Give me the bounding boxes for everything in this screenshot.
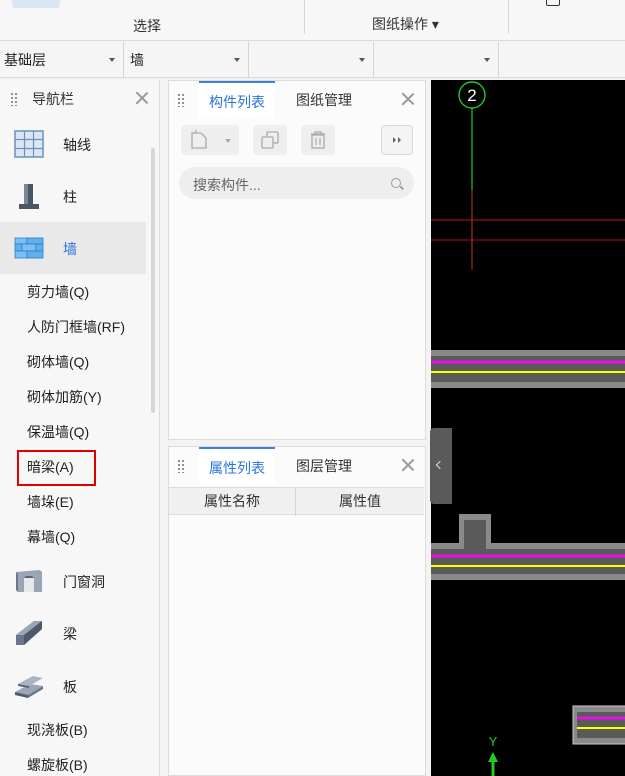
door-window-icon [16,570,42,592]
nav-item-spiral-slab[interactable]: 螺旋板(B) [27,755,88,775]
axis-label: 2 [467,86,476,105]
nav-item-civil-defense-door-wall[interactable]: 人防门框墙(RF) [27,317,125,337]
double-chevron-right-icon [393,137,401,143]
component-search[interactable]: 搜索构件... [179,167,414,199]
new-file-icon [191,130,231,149]
new-component-button[interactable] [181,125,239,155]
nav-category-label: 轴线 [63,137,91,153]
close-icon[interactable] [401,92,415,106]
nav-category-label: 墙 [63,241,77,257]
cad-drawing: 2 Y [431,81,625,776]
close-icon[interactable] [401,458,415,472]
nav-scrollbar[interactable] [151,148,155,413]
close-icon[interactable] [135,91,149,105]
component-type-value: 墙 [130,52,144,68]
drawing-canvas[interactable]: 2 Y [431,80,625,776]
ribbon-partial-button[interactable] [12,0,60,8]
drawing-ops-group-label[interactable]: 图纸操作 ▾ [372,14,439,34]
nav-category-slab[interactable]: 板 [0,660,146,712]
copy-icon [261,131,279,149]
nav-item-insulation-wall[interactable]: 保温墙(Q) [27,422,89,442]
ribbon-separator [508,0,509,34]
component-type-select[interactable]: 墙 [124,42,249,78]
copy-component-button[interactable] [253,125,287,155]
panel-collapse-handle[interactable] [430,428,452,504]
tab-layer-management[interactable]: 图层管理 [286,447,362,485]
subtype-select[interactable] [249,42,374,78]
tab-property-list[interactable]: 属性列表 [199,447,275,485]
drag-grip-icon[interactable] [177,459,185,473]
nav-category-axis[interactable]: 轴线 [0,118,146,170]
nav-item-pilaster[interactable]: 墙垛(E) [27,492,74,512]
select-group-label: 选择 [133,18,161,34]
chevron-down-icon [484,58,490,62]
slab-icon [15,676,43,698]
nav-category-label: 梁 [63,626,77,642]
chevron-down-icon [109,58,115,62]
nav-category-door-window[interactable]: 门窗洞 [0,555,146,607]
tab-component-list[interactable]: 构件列表 [199,81,275,119]
column-icon [19,184,39,209]
nav-item-masonry-reinforcement[interactable]: 砌体加筋(Y) [27,387,102,407]
search-input[interactable]: 搜索构件... [193,175,261,195]
tab-drawing-management[interactable]: 图纸管理 [286,81,362,119]
floor-select-value: 基础层 [4,52,46,68]
component-toolbar [169,125,425,157]
drag-grip-icon[interactable] [10,92,18,106]
ribbon: 选择 图纸操作 ▾ [0,0,625,41]
nav-category-wall[interactable]: 墙 [0,222,146,274]
nav-category-column[interactable]: 柱 [0,170,146,222]
selector-bar: 基础层 墙 [0,42,625,78]
component-list-panel: 构件列表 图纸管理 搜索构件... [168,80,426,440]
grid-icon [14,130,44,158]
chevron-left-icon [435,460,445,470]
app-window: 选择 图纸操作 ▾ 基础层 墙 导航栏 轴线 柱 墙 剪力墙(Q) 人防门框墙(… [0,0,625,776]
navigation-panel: 导航栏 轴线 柱 墙 剪力墙(Q) 人防门框墙(RF) 砌体墙(Q) 砌体加筋(… [0,80,160,776]
nav-item-curtain-wall[interactable]: 幕墙(Q) [27,527,75,547]
column-header-property-value: 属性值 [339,493,381,509]
property-table-header: 属性名称 属性值 [169,487,424,516]
beam-icon [16,621,42,645]
wall-segment-partial [572,705,625,745]
nav-item-hidden-beam[interactable]: 暗梁(A) [27,457,74,477]
nav-category-label: 门窗洞 [63,574,105,590]
y-axis-label: Y [489,734,498,749]
ribbon-separator [304,0,305,34]
column-header-property-name: 属性名称 [204,493,260,509]
nav-category-label: 柱 [63,189,77,205]
brick-wall-icon [14,237,44,259]
property-panel-tabs: 属性列表 图层管理 [169,447,425,485]
chevron-down-icon [359,58,365,62]
wall-segment-with-pilaster [431,514,625,580]
nav-item-masonry-wall[interactable]: 砌体墙(Q) [27,352,89,372]
nav-item-cast-in-place-slab[interactable]: 现浇板(B) [27,720,88,740]
trash-icon [311,131,325,149]
component-panel-tabs: 构件列表 图纸管理 [169,81,425,119]
property-list-panel: 属性列表 图层管理 属性名称 属性值 [168,446,426,776]
chevron-down-icon [234,58,240,62]
component-select[interactable] [374,42,499,78]
nav-panel-header: 导航栏 [0,80,159,118]
more-tools-button[interactable] [381,125,413,155]
nav-category-label: 板 [63,679,77,695]
nav-item-shear-wall[interactable]: 剪力墙(Q) [27,282,89,302]
floor-select[interactable]: 基础层 [0,42,124,78]
drag-grip-icon[interactable] [177,93,185,107]
delete-component-button[interactable] [301,125,335,155]
wall-segment [431,350,625,388]
search-icon[interactable] [391,178,401,188]
nav-panel-title: 导航栏 [32,91,74,107]
nav-category-beam[interactable]: 梁 [0,607,146,659]
ribbon-partial-icon[interactable] [546,0,560,6]
